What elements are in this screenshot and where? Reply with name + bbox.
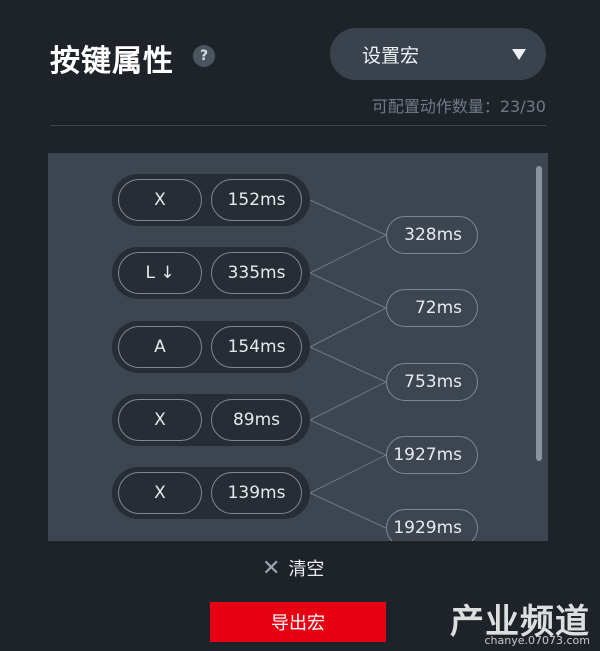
watermark: 产业频道 chanye.07073.com — [446, 594, 596, 648]
duration-pill[interactable]: 154ms — [211, 326, 302, 368]
gap-pill[interactable]: 1929ms — [386, 509, 478, 541]
clear-button[interactable]: ✕ 清空 — [262, 555, 324, 581]
key-pill[interactable]: X — [118, 472, 202, 514]
scrollbar[interactable] — [536, 166, 542, 461]
caret-down-icon — [512, 48, 526, 60]
gap-pill[interactable]: 72ms — [386, 289, 478, 327]
macro-type-dropdown[interactable]: 设置宏 — [330, 28, 546, 80]
key-pill[interactable]: L ↓ — [118, 252, 202, 294]
macro-step-2: L ↓ 335ms — [112, 247, 310, 299]
duration-pill[interactable]: 89ms — [211, 399, 302, 441]
gap-pill[interactable]: 1927ms — [386, 436, 478, 474]
close-icon: ✕ — [262, 555, 281, 581]
gap-pill[interactable]: 753ms — [386, 363, 478, 401]
divider — [50, 125, 546, 126]
help-icon[interactable]: ? — [193, 45, 215, 67]
key-pill[interactable]: A — [118, 326, 202, 368]
macro-sequence-panel[interactable]: X 152ms L ↓ 335ms A 154ms X 89ms X 139ms… — [48, 153, 548, 541]
macro-step-4: X 89ms — [112, 394, 310, 446]
key-pill[interactable]: X — [118, 399, 202, 441]
page-title: 按键属性 — [50, 44, 174, 79]
macro-step-5: X 139ms — [112, 467, 310, 519]
duration-pill[interactable]: 139ms — [211, 472, 302, 514]
macro-step-1: X 152ms — [112, 174, 310, 226]
key-pill[interactable]: X — [118, 179, 202, 221]
export-macro-button[interactable]: 导出宏 — [210, 602, 386, 642]
duration-pill[interactable]: 152ms — [211, 179, 302, 221]
duration-pill[interactable]: 335ms — [211, 252, 302, 294]
clear-label: 清空 — [288, 559, 325, 580]
watermark-url: chanye.07073.com — [484, 634, 591, 647]
gap-pill[interactable]: 328ms — [386, 216, 478, 254]
action-count-text: 可配置动作数量：23/30 — [371, 97, 546, 116]
macro-step-3: A 154ms — [112, 321, 310, 373]
dropdown-label: 设置宏 — [362, 44, 420, 67]
